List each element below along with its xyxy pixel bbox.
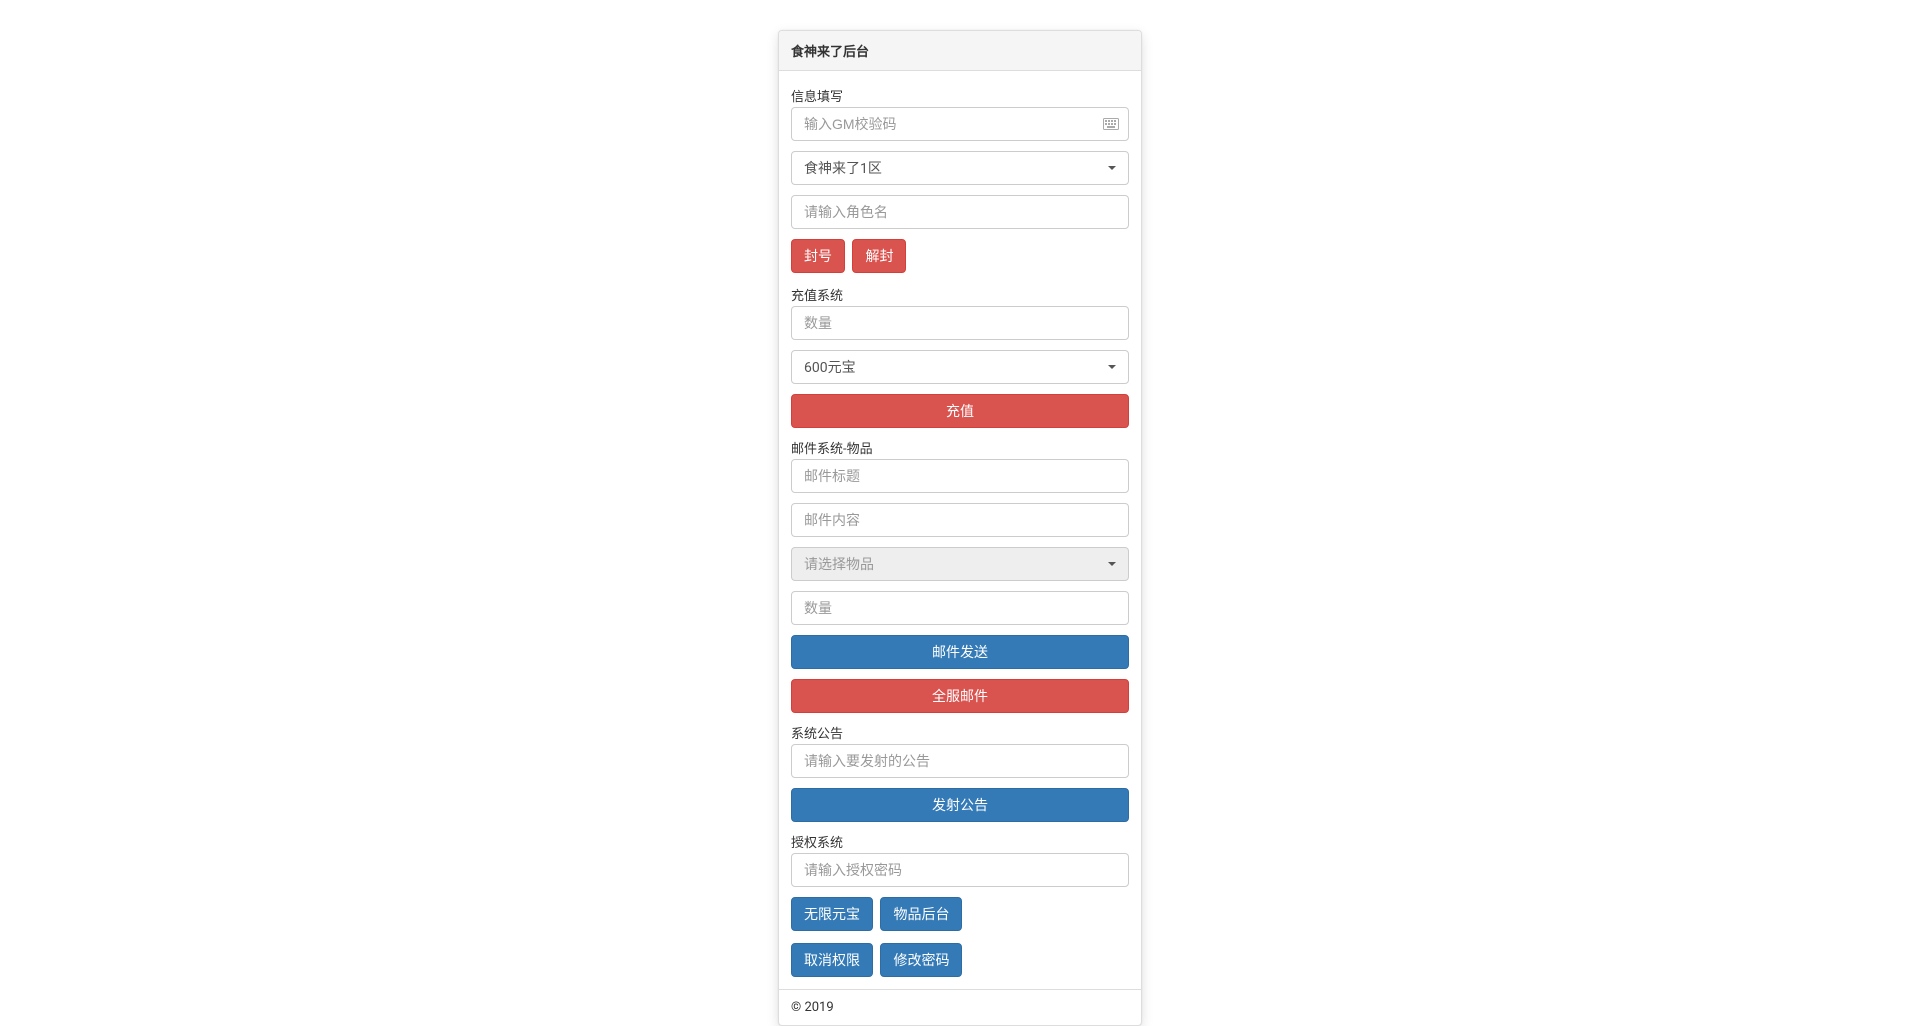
notice-input[interactable] xyxy=(791,744,1129,778)
gm-code-input[interactable] xyxy=(791,107,1129,141)
auth-password-input[interactable] xyxy=(791,853,1129,887)
section-label-auth: 授权系统 xyxy=(791,832,1129,851)
mail-item-placeholder: 请选择物品 xyxy=(804,554,874,574)
change-password-button[interactable]: 修改密码 xyxy=(880,943,962,977)
chevron-down-icon xyxy=(1108,166,1116,170)
recharge-item-selected: 600元宝 xyxy=(804,357,856,377)
section-label-notice: 系统公告 xyxy=(791,723,1129,742)
mail-content-input[interactable] xyxy=(791,503,1129,537)
mail-item-select[interactable]: 请选择物品 xyxy=(791,547,1129,581)
notice-submit-button[interactable]: 发射公告 xyxy=(791,788,1129,822)
mail-title-input[interactable] xyxy=(791,459,1129,493)
mail-send-button[interactable]: 邮件发送 xyxy=(791,635,1129,669)
server-select[interactable]: 食神来了1区 xyxy=(791,151,1129,185)
section-label-recharge: 充值系统 xyxy=(791,285,1129,304)
unban-button[interactable]: 解封 xyxy=(852,239,906,273)
ban-button[interactable]: 封号 xyxy=(791,239,845,273)
mail-broadcast-button[interactable]: 全服邮件 xyxy=(791,679,1129,713)
section-label-mail: 邮件系统-物品 xyxy=(791,438,1129,457)
items-backend-button[interactable]: 物品后台 xyxy=(880,897,962,931)
recharge-button[interactable]: 充值 xyxy=(791,394,1129,428)
panel-title: 食神来了后台 xyxy=(779,31,1141,71)
admin-panel: 食神来了后台 信息填写 食神来了1区 封号 解封 充值系统 600元宝 充值 邮… xyxy=(778,30,1142,1026)
cancel-auth-button[interactable]: 取消权限 xyxy=(791,943,873,977)
section-label-info: 信息填写 xyxy=(791,86,1129,105)
server-selected-value: 食神来了1区 xyxy=(804,158,882,178)
role-name-input[interactable] xyxy=(791,195,1129,229)
chevron-down-icon xyxy=(1108,365,1116,369)
unlimited-gold-button[interactable]: 无限元宝 xyxy=(791,897,873,931)
mail-amount-input[interactable] xyxy=(791,591,1129,625)
panel-body: 信息填写 食神来了1区 封号 解封 充值系统 600元宝 充值 邮件系统-物品 xyxy=(779,71,1141,989)
keyboard-icon xyxy=(1103,107,1119,141)
chevron-down-icon xyxy=(1108,562,1116,566)
recharge-item-select[interactable]: 600元宝 xyxy=(791,350,1129,384)
footer-text: © 2019 xyxy=(779,989,1141,1025)
recharge-amount-input[interactable] xyxy=(791,306,1129,340)
